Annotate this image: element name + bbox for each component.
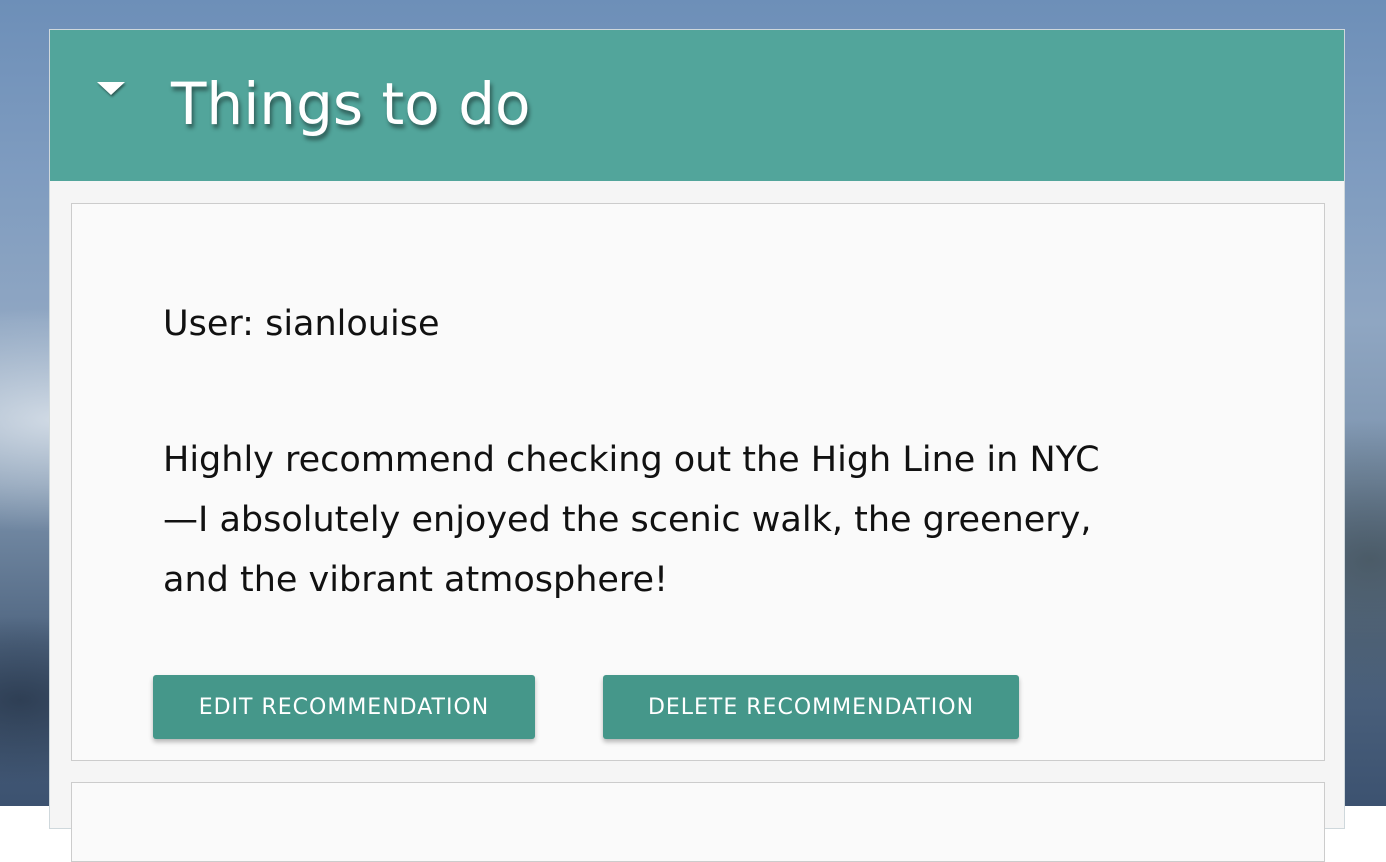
things-to-do-panel: Things to do User: sianlouise Highly rec…	[49, 29, 1345, 862]
recommendation-card: User: sianlouise Highly recommend checki…	[71, 203, 1325, 761]
recommendation-text-line: Highly recommend checking out the High L…	[163, 440, 1100, 480]
panel-title: Things to do	[171, 70, 531, 138]
panel-header[interactable]: Things to do	[50, 30, 1344, 181]
recommendation-text-line: —I absolutely enjoyed the scenic walk, t…	[163, 500, 1092, 540]
recommendation-text-line: and the vibrant atmosphere!	[163, 560, 669, 600]
recommendation-user: User: sianlouise	[163, 304, 440, 344]
caret-down-icon[interactable]	[97, 82, 125, 95]
recommendation-text: Highly recommend checking out the High L…	[163, 430, 1263, 610]
delete-recommendation-button[interactable]: DELETE RECOMMENDATION	[603, 675, 1019, 739]
edit-recommendation-button[interactable]: EDIT RECOMMENDATION	[153, 675, 535, 739]
next-recommendation-card	[71, 782, 1325, 862]
